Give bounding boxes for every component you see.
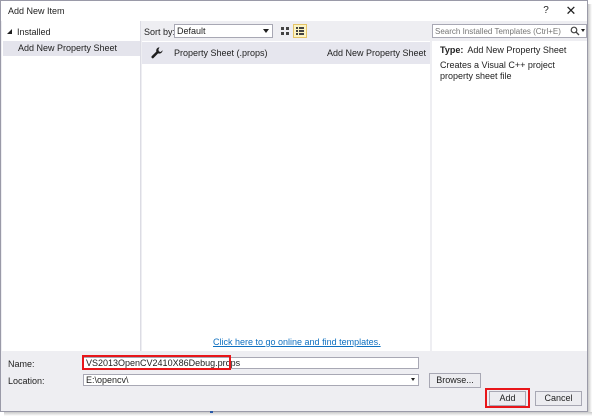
search-templates-box[interactable]	[432, 24, 587, 38]
sort-by-value: Default	[177, 26, 206, 36]
add-new-item-dialog: Add New Item ? ✕ Installed Add New Prope…	[0, 0, 588, 413]
sort-by-dropdown[interactable]: Default	[174, 24, 273, 38]
sort-by-label: Sort by:	[144, 27, 176, 37]
dialog-shadow-right	[588, 4, 592, 414]
search-input[interactable]	[435, 25, 567, 37]
window-title: Add New Item	[8, 6, 65, 16]
search-options-arrow-icon[interactable]	[581, 29, 585, 32]
browse-button[interactable]: Browse...	[429, 373, 481, 388]
template-name: Property Sheet (.props)	[174, 48, 268, 58]
template-details: Type: Add New Property Sheet Creates a Vi…	[432, 41, 587, 351]
dialog-shadow-bottom	[4, 412, 592, 416]
template-description: Creates a Visual C++ project property sh…	[440, 60, 555, 81]
name-field[interactable]	[83, 357, 419, 369]
tree-item-add-new-property-sheet[interactable]: Add New Property Sheet	[3, 41, 140, 56]
type-line: Type: Add New Property Sheet	[440, 45, 566, 55]
dropdown-arrow-icon	[263, 29, 269, 33]
location-dropdown[interactable]: E:\opencv\	[83, 374, 419, 386]
type-value: Add New Property Sheet	[467, 45, 567, 55]
grid-view-icon[interactable]	[279, 24, 292, 38]
tree-node-label: Installed	[17, 27, 51, 37]
wrench-icon	[150, 46, 164, 60]
close-button[interactable]: ✕	[564, 4, 578, 18]
list-view-icon[interactable]	[293, 24, 307, 38]
dropdown-arrow-icon	[411, 378, 415, 381]
help-button[interactable]: ?	[539, 4, 553, 18]
search-icon[interactable]	[570, 26, 580, 36]
title-bar: Add New Item ? ✕	[1, 1, 587, 21]
category-tree: Installed Add New Property Sheet	[2, 21, 141, 351]
add-button[interactable]: Add	[489, 391, 526, 406]
online-templates-link[interactable]: Click here to go online and find templat…	[213, 337, 381, 347]
template-category: Add New Property Sheet	[327, 48, 427, 58]
expanded-triangle-icon[interactable]	[6, 28, 14, 36]
template-list: Property Sheet (.props) Add New Property…	[142, 41, 430, 351]
location-label: Location:	[8, 376, 45, 386]
name-label: Name:	[8, 359, 35, 369]
tree-node-installed[interactable]: Installed	[6, 25, 51, 39]
type-label: Type:	[440, 45, 464, 55]
template-item-property-sheet[interactable]: Property Sheet (.props) Add New Property…	[142, 42, 430, 64]
location-value: E:\opencv\	[86, 375, 129, 385]
cancel-button[interactable]: Cancel	[535, 391, 582, 406]
taskbar-edge-mark	[210, 411, 213, 413]
